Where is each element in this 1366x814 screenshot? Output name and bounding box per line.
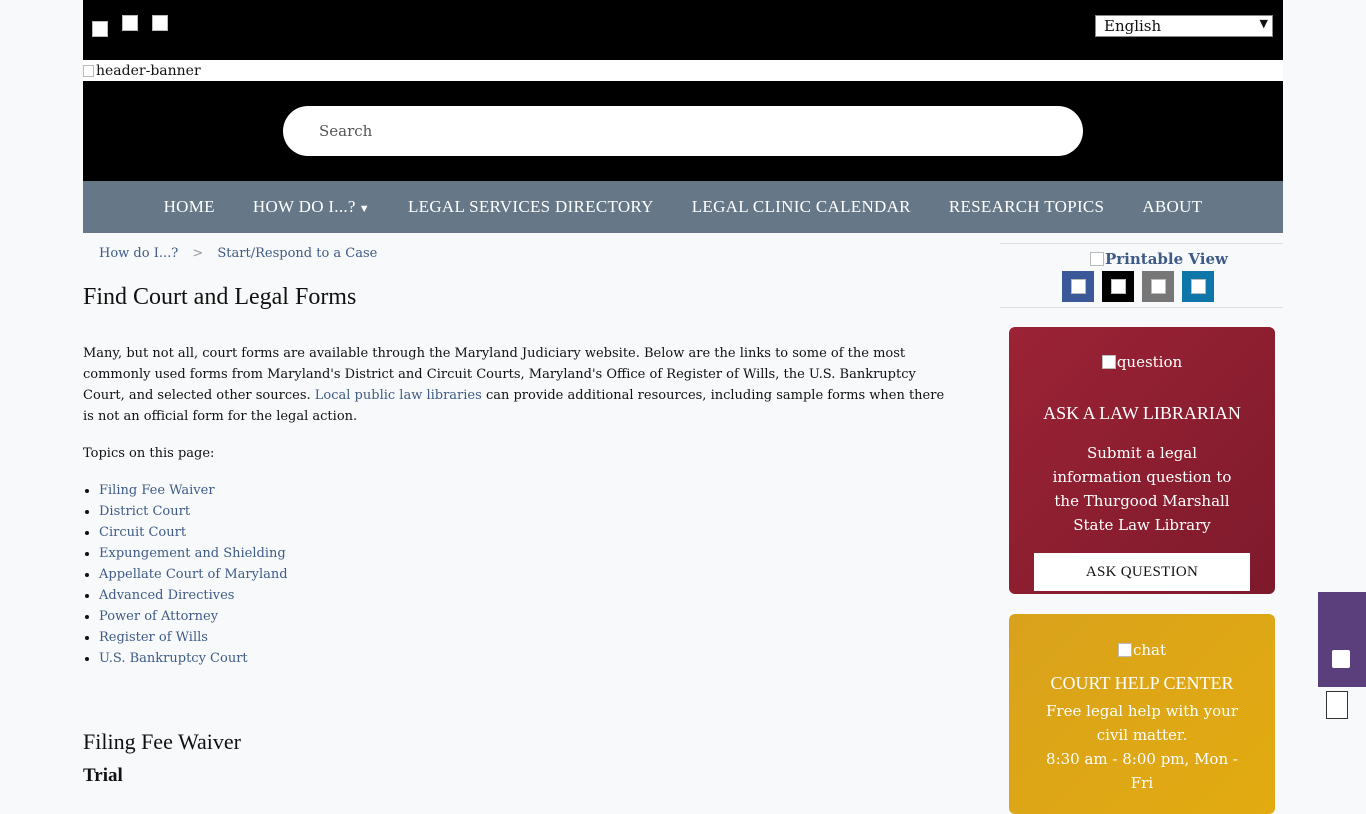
list-item: Filing Fee Waiver [99,480,953,501]
facebook-share-button[interactable] [1062,271,1094,302]
page-title: Find Court and Legal Forms [83,284,357,310]
share-buttons [1062,271,1214,302]
list-item: Appellate Court of Maryland [99,564,953,585]
section-heading: Filing Fee Waiver [83,729,241,754]
top-bar: English ▼ [83,0,1283,60]
topic-link-advanced-directives[interactable]: Advanced Directives [99,588,234,603]
list-item: Register of Wills [99,627,953,648]
facebook-icon [1070,279,1086,294]
topic-link-power-of-attorney[interactable]: Power of Attorney [99,609,218,624]
logo-image-2[interactable] [122,15,138,31]
breadcrumb-start-respond[interactable]: Start/Respond to a Case [217,246,377,261]
court-help-desc-text: Free legal help with your civil matter. [1045,702,1239,744]
printable-view-link[interactable]: Printable View [1090,250,1228,268]
language-select[interactable]: English ▼ [1095,15,1273,37]
topics-label: Topics on this page: [83,446,215,461]
logo-images [92,15,168,37]
topic-link-expungement[interactable]: Expungement and Shielding [99,546,286,561]
topic-link-register-of-wills[interactable]: Register of Wills [99,630,208,645]
accessibility-widget-icon[interactable] [1326,691,1348,719]
court-help-hours: 8:30 am - 8:00 pm, Mon - Fri [1046,750,1238,792]
list-item: Advanced Directives [99,585,953,606]
nav-how-do-i[interactable]: HOW DO I...? ▼ [234,197,389,217]
feedback-icon [1332,650,1350,668]
topic-link-filing-fee-waiver[interactable]: Filing Fee Waiver [99,483,215,498]
main-nav: HOME HOW DO I...? ▼ LEGAL SERVICES DIRECT… [83,181,1283,233]
page-tools: Printable View [1000,243,1283,308]
ask-question-button[interactable]: ASK QUESTION [1034,553,1250,591]
local-law-libraries-link[interactable]: Local public law libraries [315,388,482,403]
topic-link-bankruptcy-court[interactable]: U.S. Bankruptcy Court [99,651,248,666]
printer-icon [1090,252,1104,266]
list-item: Power of Attorney [99,606,953,627]
nav-research-topics[interactable]: RESEARCH TOPICS [930,197,1124,217]
feedback-tab[interactable] [1318,592,1366,687]
linkedin-share-button[interactable] [1182,271,1214,302]
topic-link-appellate-court[interactable]: Appellate Court of Maryland [99,567,288,582]
list-item: District Court [99,501,953,522]
main-content: Find Court and Legal Forms Many, but not… [83,280,953,787]
x-icon [1110,279,1126,294]
ask-librarian-card: question ASK A LAW LIBRARIAN Submit a le… [1009,327,1275,594]
topics-list: Filing Fee Waiver District Court Circuit… [83,480,953,669]
nav-how-do-i-label: HOW DO I...? [252,197,356,216]
nav-about[interactable]: ABOUT [1123,197,1221,217]
question-image-alt: question [1116,353,1183,371]
nav-legal-clinic-calendar[interactable]: LEGAL CLINIC CALENDAR [673,197,930,217]
search-input[interactable]: Search [283,106,1083,156]
breadcrumb-how-do-i[interactable]: How do I...? [99,246,178,261]
header-banner: header-banner [83,60,1283,81]
topic-link-circuit-court[interactable]: Circuit Court [99,525,186,540]
court-help-title: COURT HELP CENTER [1050,673,1234,693]
email-share-button[interactable] [1142,271,1174,302]
linkedin-icon [1190,279,1206,294]
intro-paragraph: Many, but not all, court forms are avail… [83,343,953,427]
topic-link-district-court[interactable]: District Court [99,504,190,519]
language-select-value: English [1104,17,1162,35]
chevron-down-icon: ▼ [1259,17,1268,30]
list-item: Expungement and Shielding [99,543,953,564]
printable-view-label: Printable View [1105,250,1228,268]
breadcrumb: How do I...? > Start/Respond to a Case [99,246,377,261]
header-banner-alt: header-banner [96,63,201,79]
list-item: Circuit Court [99,522,953,543]
ask-librarian-desc: Submit a legal information question to t… [1052,444,1232,534]
logo-image-3[interactable] [152,15,168,31]
sidebar: Printable View question ASK A LAW LIBRAR… [1000,243,1283,814]
broken-image-icon [83,65,94,77]
breadcrumb-separator-icon: > [192,246,204,261]
court-help-center-card: chat COURT HELP CENTER Free legal help w… [1009,614,1275,814]
chat-icon [1117,643,1132,657]
search-bar: Search [83,81,1283,181]
ask-librarian-title: ASK A LAW LIBRARIAN [1043,403,1241,423]
nav-legal-services-directory[interactable]: LEGAL SERVICES DIRECTORY [389,197,673,217]
list-item: U.S. Bankruptcy Court [99,648,953,669]
subheading: Trial [83,765,123,786]
question-icon [1101,355,1116,369]
nav-home[interactable]: HOME [145,197,234,217]
caret-down-icon: ▼ [358,203,370,215]
email-icon [1150,279,1166,294]
logo-image-1[interactable] [92,21,108,37]
chat-image-alt: chat [1132,641,1167,659]
x-share-button[interactable] [1102,271,1134,302]
court-help-desc: Free legal help with your civil matter. 8… [1009,699,1275,795]
